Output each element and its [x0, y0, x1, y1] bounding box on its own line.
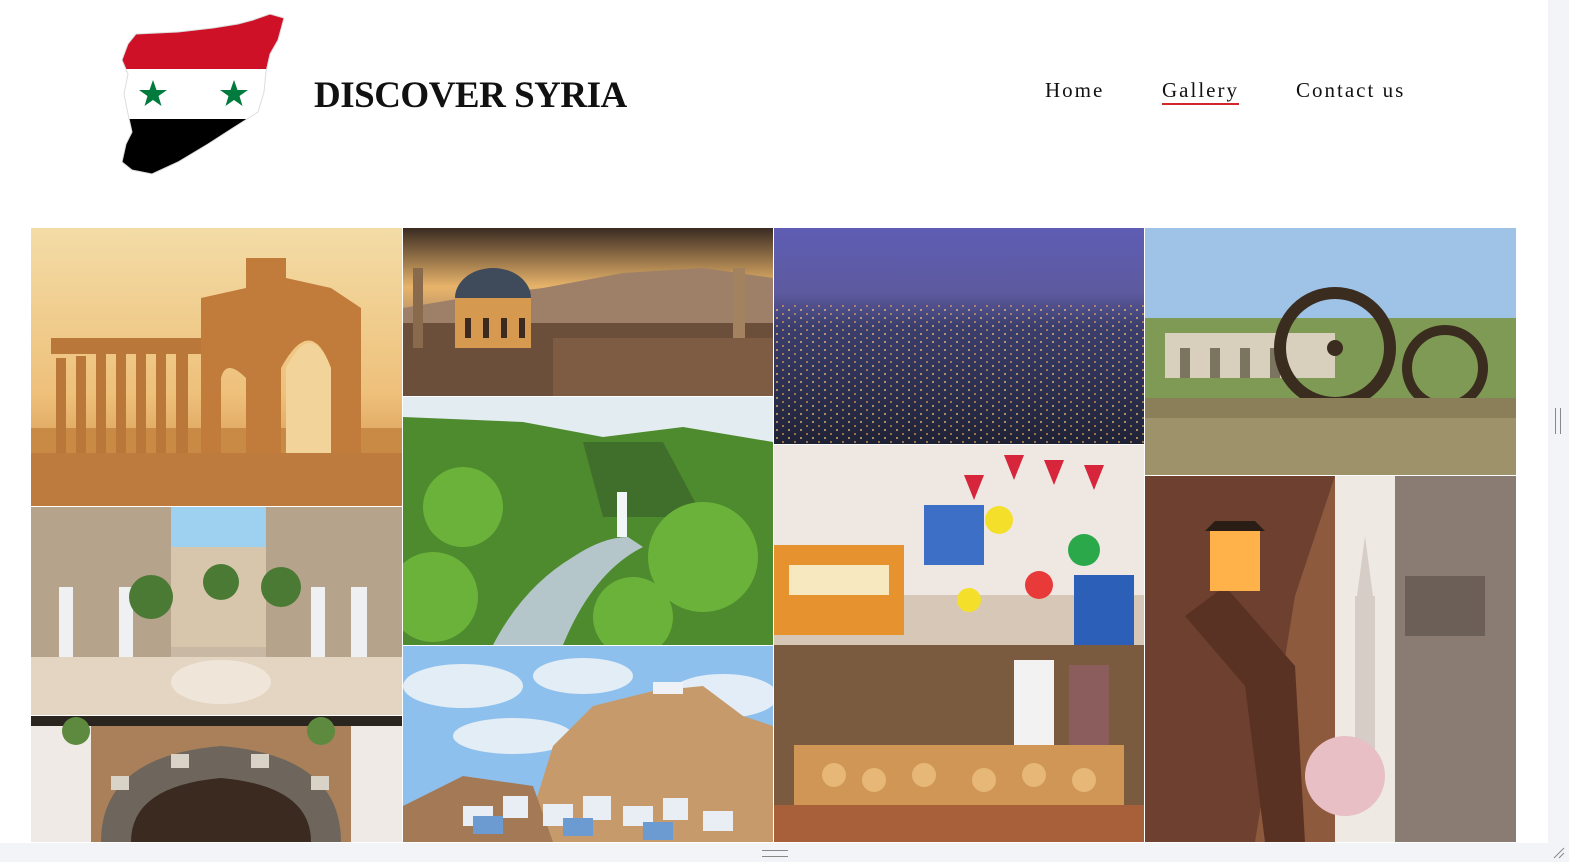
nav-gallery[interactable]: Gallery — [1162, 78, 1239, 105]
gallery-photo-hama-waterwheels[interactable] — [1145, 228, 1516, 475]
syria-flag-map-logo[interactable] — [118, 13, 285, 176]
gallery-photo-palmyra-ruins[interactable] — [31, 228, 402, 506]
gallery-photo-damascene-house-courtyard[interactable] — [31, 507, 402, 715]
gallery-photo-green-valley-waterfall[interactable] — [403, 397, 773, 645]
page: DISCOVER SYRIA Home Gallery Contact us — [0, 0, 1548, 862]
gallery-photo-damascus-night-cityscape[interactable] — [774, 228, 1144, 444]
site-title[interactable]: DISCOVER SYRIA — [314, 74, 627, 117]
horizontal-grip-icon[interactable] — [762, 850, 788, 857]
gallery-photo-stone-arch-doorway[interactable] — [31, 716, 402, 842]
nav-contact-us[interactable]: Contact us — [1296, 78, 1405, 103]
nav-home[interactable]: Home — [1045, 78, 1104, 103]
gallery-photo-old-city-alley-lamp[interactable] — [1145, 476, 1516, 842]
gallery-photo-souq-market-lanterns[interactable] — [774, 445, 1144, 842]
gallery-photo-damascus-mosque-skyline[interactable] — [403, 228, 773, 396]
scrollbar-grip-icon[interactable] — [1555, 408, 1561, 434]
gallery-photo-maaloula-cliff-village[interactable] — [403, 646, 773, 842]
resize-corner-icon[interactable] — [1551, 845, 1565, 859]
